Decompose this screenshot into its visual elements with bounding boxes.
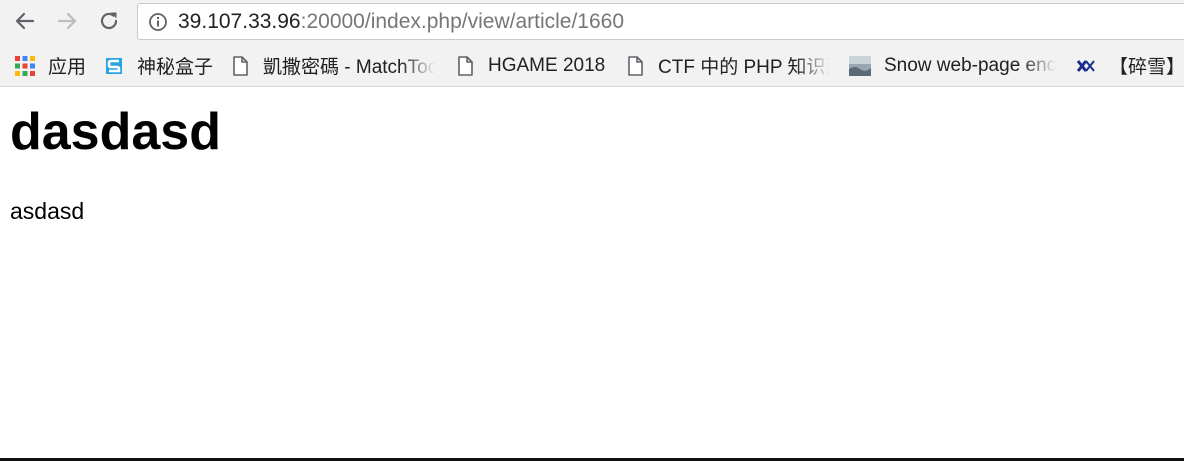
- back-button[interactable]: [10, 6, 40, 36]
- s-logo-icon: [106, 57, 122, 74]
- url-text[interactable]: 39.107.33.96:20000/index.php/view/articl…: [178, 11, 624, 33]
- reload-icon: [100, 12, 118, 30]
- info-icon[interactable]: [148, 12, 168, 32]
- back-arrow-icon: [15, 12, 35, 30]
- article-title: dasdasd: [10, 103, 221, 161]
- x-logo-icon: [1076, 59, 1095, 72]
- forward-arrow-icon: [57, 12, 77, 30]
- page-icon: [458, 55, 473, 76]
- bookmark-suixue[interactable]: 【碎雪】: [1075, 44, 1180, 86]
- url-host: 39.107.33.96: [178, 10, 301, 33]
- page-content: dasdasd asdasd: [0, 88, 1184, 458]
- bookmark-label: Snow web-page encoder: [884, 54, 1056, 76]
- bookmarks-bar: 应用 神秘盒子 凱撒密碼 - MatchTool HGAME 2018 CTF …: [0, 44, 1184, 87]
- bookmark-hgame-2018[interactable]: HGAME 2018: [454, 44, 606, 86]
- reload-button[interactable]: [94, 6, 124, 36]
- bookmark-label: 应用: [48, 57, 87, 78]
- bookmark-caesar-cipher[interactable]: 凱撒密碼 - MatchTool: [229, 44, 435, 86]
- bookmark-apps[interactable]: 应用: [14, 44, 87, 86]
- bookmark-label: HGAME 2018: [488, 54, 606, 76]
- forward-button[interactable]: [52, 6, 82, 36]
- bookmark-label: CTF 中的 PHP 知识汇总: [658, 57, 830, 78]
- bookmark-label: 【碎雪】: [1109, 57, 1180, 78]
- snow-thumbnail-icon: [849, 55, 871, 76]
- bookmark-snow-encoder[interactable]: Snow web-page encoder: [848, 44, 1056, 86]
- page-icon: [233, 55, 248, 76]
- url-path: :20000/index.php/view/article/1660: [300, 10, 625, 33]
- bookmark-ctf-php[interactable]: CTF 中的 PHP 知识汇总: [624, 44, 830, 86]
- bookmark-label: 神秘盒子: [137, 57, 214, 78]
- page-icon: [628, 55, 643, 76]
- article-body: asdasd: [10, 198, 85, 224]
- address-bar[interactable]: 39.107.33.96:20000/index.php/view/articl…: [137, 3, 1184, 40]
- bookmark-shenmi-hezi[interactable]: 神秘盒子: [103, 44, 214, 86]
- browser-toolbar: 39.107.33.96:20000/index.php/view/articl…: [0, 0, 1184, 44]
- bookmark-label: 凱撒密碼 - MatchTool: [263, 57, 435, 78]
- apps-grid-icon: [15, 55, 35, 76]
